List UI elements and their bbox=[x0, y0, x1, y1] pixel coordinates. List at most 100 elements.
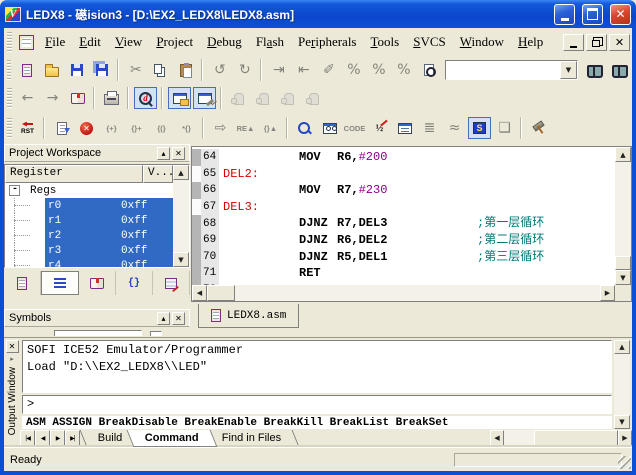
code-editor[interactable]: 64 MOVR6,#200 65 DEL2: 66 MOVR7,#230 67 … bbox=[192, 147, 615, 285]
toolbar-grip[interactable] bbox=[7, 88, 12, 108]
start-stop-debug-button[interactable]: d bbox=[134, 87, 157, 109]
register-row[interactable]: r4 0xff bbox=[5, 258, 173, 267]
debug-windows-button[interactable] bbox=[168, 87, 191, 109]
scroll-down-icon[interactable] bbox=[615, 270, 631, 285]
next-bookmark-button[interactable]: % bbox=[342, 59, 365, 81]
output-close-icon[interactable] bbox=[6, 340, 19, 353]
incremental-find-button[interactable] bbox=[417, 59, 440, 81]
command-log[interactable]: SOFI ICE52 Emulator/ProgrammerLoad "D:\\… bbox=[22, 340, 612, 393]
back-button[interactable]: ← bbox=[16, 87, 39, 109]
editor-horizontal-scrollbar[interactable] bbox=[192, 285, 615, 301]
watch-window-button[interactable] bbox=[318, 117, 341, 139]
menu-peripherals[interactable]: Peripherals bbox=[291, 32, 364, 52]
memory-window-button[interactable] bbox=[393, 117, 416, 139]
mdi-close-button[interactable] bbox=[609, 34, 630, 51]
show-next-statement-button[interactable]: ⇨ bbox=[209, 117, 232, 139]
gutter-cell[interactable]: 67 bbox=[192, 199, 219, 216]
scroll-track[interactable] bbox=[504, 430, 534, 446]
code-line[interactable]: 71 RET bbox=[192, 265, 615, 282]
scroll-track[interactable] bbox=[173, 180, 189, 252]
panel-pin-icon[interactable] bbox=[157, 312, 170, 325]
code-line[interactable]: 69 DJNZR6,DEL2;第二层循环 bbox=[192, 232, 615, 249]
close-button[interactable] bbox=[610, 4, 631, 25]
scroll-up-icon[interactable] bbox=[614, 340, 630, 354]
value-column-header[interactable]: V... bbox=[143, 165, 173, 183]
panel-pin-icon[interactable] bbox=[157, 147, 170, 160]
menu-project[interactable]: Project bbox=[149, 32, 200, 52]
find-combobox-value[interactable] bbox=[446, 61, 560, 79]
help-books-button[interactable] bbox=[66, 87, 89, 109]
open-file-button[interactable] bbox=[40, 59, 63, 81]
menu-file[interactable]: File bbox=[38, 32, 72, 52]
scroll-right-icon[interactable] bbox=[618, 430, 632, 446]
disassembly-window-button[interactable] bbox=[293, 117, 316, 139]
gutter-cell[interactable]: 68 bbox=[192, 215, 219, 232]
menu-debug[interactable]: Debug bbox=[200, 32, 249, 52]
reset-cpu-button[interactable]: RST bbox=[16, 117, 39, 139]
find-combobox[interactable] bbox=[445, 60, 578, 80]
run-button[interactable] bbox=[50, 117, 73, 139]
books-tab[interactable] bbox=[79, 271, 116, 295]
toolbar-grip[interactable] bbox=[7, 118, 12, 138]
tree-collapse-icon[interactable] bbox=[9, 185, 20, 196]
gutter-cell[interactable]: 71 bbox=[192, 265, 219, 282]
code-line[interactable]: 68 DJNZR7,DEL3;第一层循环 bbox=[192, 215, 615, 232]
maximize-button[interactable] bbox=[582, 4, 603, 25]
serial-window-button[interactable]: S bbox=[468, 117, 491, 139]
code-line[interactable]: 65 DEL2: bbox=[192, 166, 615, 183]
target-options-button[interactable] bbox=[193, 87, 216, 109]
code-coverage-button[interactable]: CODE bbox=[343, 117, 366, 139]
output-tabs-first-button[interactable]: |◀ bbox=[20, 430, 35, 446]
register-row[interactable]: r1 0xff bbox=[5, 213, 173, 228]
register-row[interactable]: r2 0xff bbox=[5, 228, 173, 243]
gutter-cell[interactable]: 64 bbox=[192, 149, 219, 166]
symbols-checkbox[interactable] bbox=[150, 331, 162, 336]
toolbox-button[interactable] bbox=[527, 117, 550, 139]
panel-close-icon[interactable] bbox=[172, 147, 185, 160]
gutter-cell[interactable]: 66 bbox=[192, 182, 219, 199]
output-tabs-next-button[interactable]: ▶ bbox=[50, 430, 65, 446]
step-out-button[interactable]: {(} bbox=[150, 117, 173, 139]
scroll-left-icon[interactable] bbox=[192, 285, 207, 301]
forward-button[interactable]: → bbox=[41, 87, 64, 109]
menu-view[interactable]: View bbox=[108, 32, 149, 52]
gutter-cell[interactable]: 70 bbox=[192, 249, 219, 266]
code-line[interactable]: 64 MOVR6,#200 bbox=[192, 149, 615, 166]
save-all-button[interactable] bbox=[90, 59, 113, 81]
menu-svcs[interactable]: SVCS bbox=[406, 32, 453, 52]
kill-all-breakpoints-button[interactable] bbox=[302, 87, 325, 109]
menu-window[interactable]: Window bbox=[453, 32, 511, 52]
call-stack-button[interactable]: ❏ bbox=[493, 117, 516, 139]
redo-button[interactable]: ↻ bbox=[233, 59, 256, 81]
mdi-restore-button[interactable] bbox=[586, 34, 607, 51]
gutter-cell[interactable]: 69 bbox=[192, 232, 219, 249]
print-button[interactable] bbox=[100, 87, 123, 109]
unindent-button[interactable]: ⇤ bbox=[292, 59, 315, 81]
output-vertical-scrollbar[interactable] bbox=[614, 340, 630, 429]
performance-analyzer-button[interactable]: ½ bbox=[368, 117, 391, 139]
registers-tab[interactable] bbox=[41, 271, 79, 295]
undo-button[interactable]: ↺ bbox=[208, 59, 231, 81]
code-line[interactable]: 67 DEL3: bbox=[192, 199, 615, 216]
clear-bookmarks-button[interactable]: % bbox=[392, 59, 415, 81]
insert-remove-breakpoint-button[interactable] bbox=[227, 87, 250, 109]
scroll-track[interactable] bbox=[615, 162, 631, 270]
tab-ledx8-asm[interactable]: LEDX8.asm bbox=[198, 304, 299, 328]
output-horizontal-scrollbar[interactable] bbox=[490, 430, 632, 446]
scroll-thumb[interactable] bbox=[534, 430, 618, 446]
code-line[interactable]: 66 MOVR7,#230 bbox=[192, 182, 615, 199]
find-button[interactable] bbox=[583, 59, 606, 81]
files-tab[interactable] bbox=[4, 271, 41, 295]
run-to-cursor-button[interactable]: *{} bbox=[175, 117, 198, 139]
output-tab-find-in-files[interactable]: Find in Files bbox=[204, 430, 300, 447]
enable-disable-breakpoint-button[interactable] bbox=[252, 87, 275, 109]
register-row[interactable]: r3 0xff bbox=[5, 243, 173, 258]
output-pin-icon[interactable] bbox=[10, 355, 14, 363]
menu-help[interactable]: Help bbox=[511, 32, 550, 52]
step-into-button[interactable]: {+} bbox=[100, 117, 123, 139]
document-icon[interactable] bbox=[19, 35, 34, 50]
minimize-button[interactable] bbox=[554, 4, 575, 25]
scroll-right-icon[interactable] bbox=[600, 285, 615, 301]
menu-flash[interactable]: Flash bbox=[249, 32, 291, 52]
scroll-down-icon[interactable] bbox=[614, 415, 630, 429]
